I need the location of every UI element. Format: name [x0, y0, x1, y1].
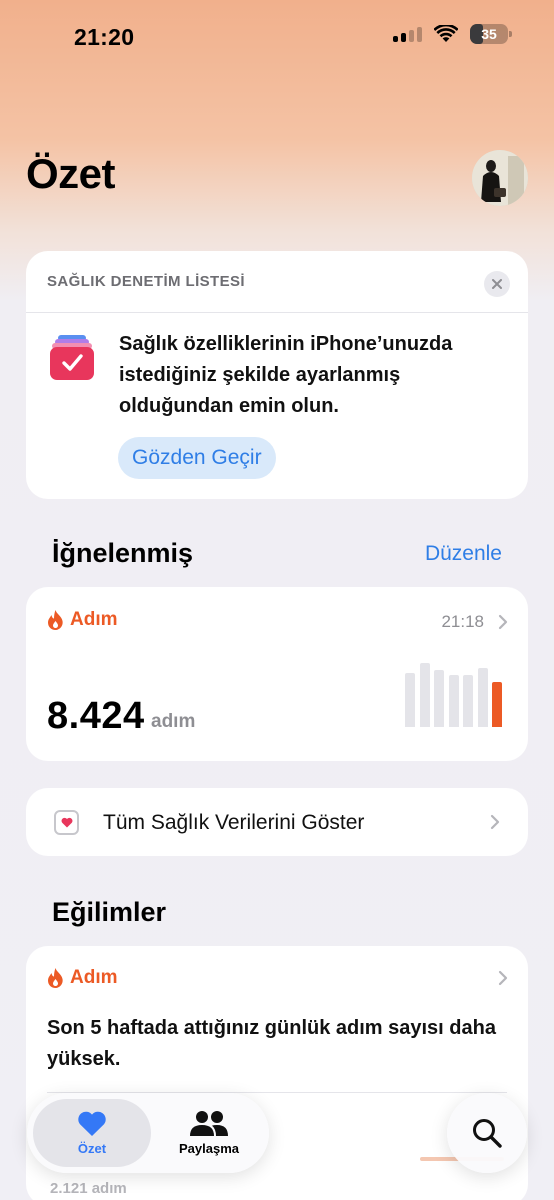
steps-bar: [405, 672, 415, 727]
status-time: 21:20: [74, 24, 135, 50]
edit-button[interactable]: Düzenle: [425, 542, 502, 566]
tab-summary[interactable]: Özet: [33, 1099, 151, 1167]
steps-bar: [448, 674, 459, 727]
checklist-label: SAĞLIK DENETİM LİSTESİ: [47, 273, 245, 290]
search-icon: [473, 1119, 502, 1148]
steps-metric-label: Adım: [70, 609, 118, 630]
search-button[interactable]: [447, 1093, 527, 1173]
close-button[interactable]: [484, 271, 510, 297]
wifi-icon: [434, 25, 458, 42]
checklist-header: SAĞLIK DENETİM LİSTESİ: [26, 251, 528, 313]
tab-bar: Özet Paylaşma: [27, 1093, 269, 1173]
battery-icon: 35: [470, 24, 512, 44]
steps-bar-today: [492, 682, 502, 727]
heart-box-icon: [54, 810, 79, 835]
heart-icon: [78, 1111, 106, 1136]
trends-metric-header: Adım: [47, 967, 118, 989]
trends-footer-value: 2.121 adım: [50, 1180, 127, 1197]
checklist-message: Sağlık özelliklerinin iPhone’unuzda iste…: [119, 333, 453, 417]
steps-card[interactable]: Adım 21:18 8.424 adım: [26, 587, 528, 761]
pinned-section-title: İğnelenmiş: [52, 538, 194, 568]
heart-icon: [61, 817, 72, 828]
profile-photo-icon: [472, 150, 528, 206]
checklist-icon: [50, 335, 94, 380]
steps-bar: [434, 670, 444, 727]
health-checklist-card: SAĞLIK DENETİM LİSTESİ Sağlık özellikler…: [26, 251, 528, 499]
chevron-right-icon: [490, 814, 500, 830]
trends-message: Son 5 haftada attığınız günlük adım sayı…: [47, 1017, 496, 1070]
page-title: Özet: [26, 150, 116, 197]
status-icons: 35: [393, 24, 512, 44]
trends-section-title: Eğilimler: [52, 897, 167, 927]
tab-sharing-label: Paylaşma: [179, 1141, 239, 1156]
chevron-right-icon: [498, 614, 508, 630]
steps-bar: [419, 662, 430, 727]
battery-percent: 35: [481, 26, 497, 42]
steps-bar: [463, 674, 473, 727]
steps-week-chart: [405, 661, 507, 727]
cellular-signal-icon: [393, 26, 422, 42]
flame-icon: [48, 610, 63, 630]
chevron-right-icon: [498, 970, 508, 986]
steps-value: 8.424: [47, 695, 145, 737]
steps-bar: [477, 668, 488, 727]
people-icon: [190, 1111, 228, 1136]
show-all-health-data-button[interactable]: Tüm Sağlık Verilerini Göster: [26, 788, 528, 856]
tab-summary-label: Özet: [77, 1141, 107, 1156]
trends-metric-label: Adım: [70, 967, 118, 988]
avatar[interactable]: [472, 150, 528, 206]
review-button[interactable]: Gözden Geçir: [118, 437, 276, 479]
steps-updated-time: 21:18: [441, 612, 484, 631]
tab-sharing[interactable]: Paylaşma: [155, 1099, 263, 1167]
steps-unit: adım: [151, 711, 196, 732]
steps-metric-header: Adım: [47, 609, 118, 631]
flame-icon: [48, 968, 63, 988]
show-all-label: Tüm Sağlık Verilerini Göster: [103, 811, 365, 834]
close-icon: [492, 279, 502, 289]
